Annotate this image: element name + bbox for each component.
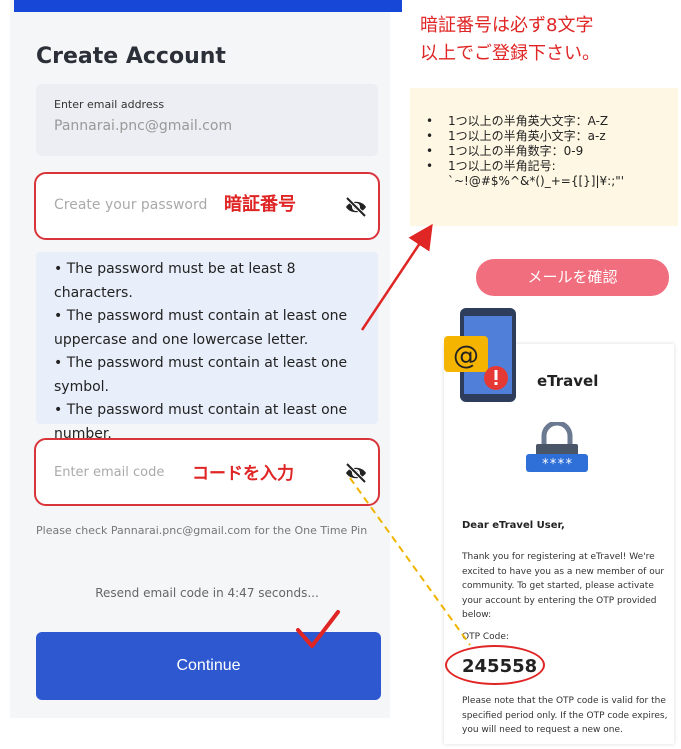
email-field-value[interactable]: Pannarai.pnc@gmail.com (54, 118, 232, 134)
rule-item: • The password must contain at least one… (54, 308, 348, 348)
requirement-item: • 1つ以上の半角英小文字：a-z (426, 129, 606, 143)
eye-off-icon[interactable] (344, 196, 368, 218)
email-field-label: Enter email address (54, 98, 165, 111)
top-accent-bar (14, 0, 402, 12)
otp-label: OTP Code: (462, 632, 509, 642)
svg-text:****: **** (541, 457, 572, 472)
heading-line: 以上でご登録下さい。 (420, 43, 600, 64)
checkmark-icon (296, 610, 340, 648)
requirement-item: • 1つ以上の半角記号: (426, 159, 556, 173)
email-code-input[interactable]: Enter email code コードを入力 (34, 438, 380, 506)
email-alert-icon: @ (444, 308, 516, 402)
password-rules: • The password must be at least 8 charac… (36, 252, 378, 442)
email-body: Thank you for registering at eTravel! We… (462, 552, 665, 620)
requirements-note: • 1つ以上の半角英大文字：A-Z • 1つ以上の半角英小文字：a-z • 1つ以上の… (410, 88, 678, 226)
rule-item: • The password must contain at least one… (54, 355, 348, 395)
requirement-symbols: `~!@#$%^&*()_+={[}]|¥:;"' (448, 174, 625, 188)
svg-text:@: @ (453, 341, 479, 371)
email-footer: Please note that the OTP code is valid f… (462, 696, 668, 735)
brand-logo: eTravel (537, 372, 599, 390)
password-input[interactable]: Create your password 暗証番号 (34, 172, 380, 240)
heading-line: 暗証番号は必ず8文字 (420, 15, 594, 36)
eye-off-icon[interactable] (344, 462, 368, 484)
requirement-item: • 1つ以上の半角英大文字：A-Z (426, 114, 609, 128)
password-requirement-heading: 暗証番号は必ず8文字 以上でご登録下さい。 (420, 12, 600, 68)
password-lock-icon: **** (526, 422, 588, 472)
email-code-placeholder: Enter email code (54, 465, 165, 480)
otp-instruction: Please check Pannarai.pnc@gmail.com for … (36, 524, 368, 537)
rule-item: • The password must be at least 8 charac… (54, 261, 296, 301)
email-greeting: Dear eTravel User, (462, 520, 565, 531)
resend-code-link[interactable]: Resend email code in 4:47 seconds... (36, 586, 378, 600)
password-placeholder: Create your password (54, 197, 208, 213)
check-mail-button[interactable]: メールを確認 (476, 259, 669, 296)
page-title: Create Account (36, 44, 226, 69)
password-annotation: 暗証番号 (224, 194, 296, 215)
otp-highlight-circle (445, 645, 545, 685)
email-code-annotation: コードを入力 (192, 464, 294, 484)
email-field[interactable]: Enter email address Pannarai.pnc@gmail.c… (36, 84, 378, 156)
requirement-item: • 1つ以上の半角数字：0-9 (426, 144, 584, 158)
